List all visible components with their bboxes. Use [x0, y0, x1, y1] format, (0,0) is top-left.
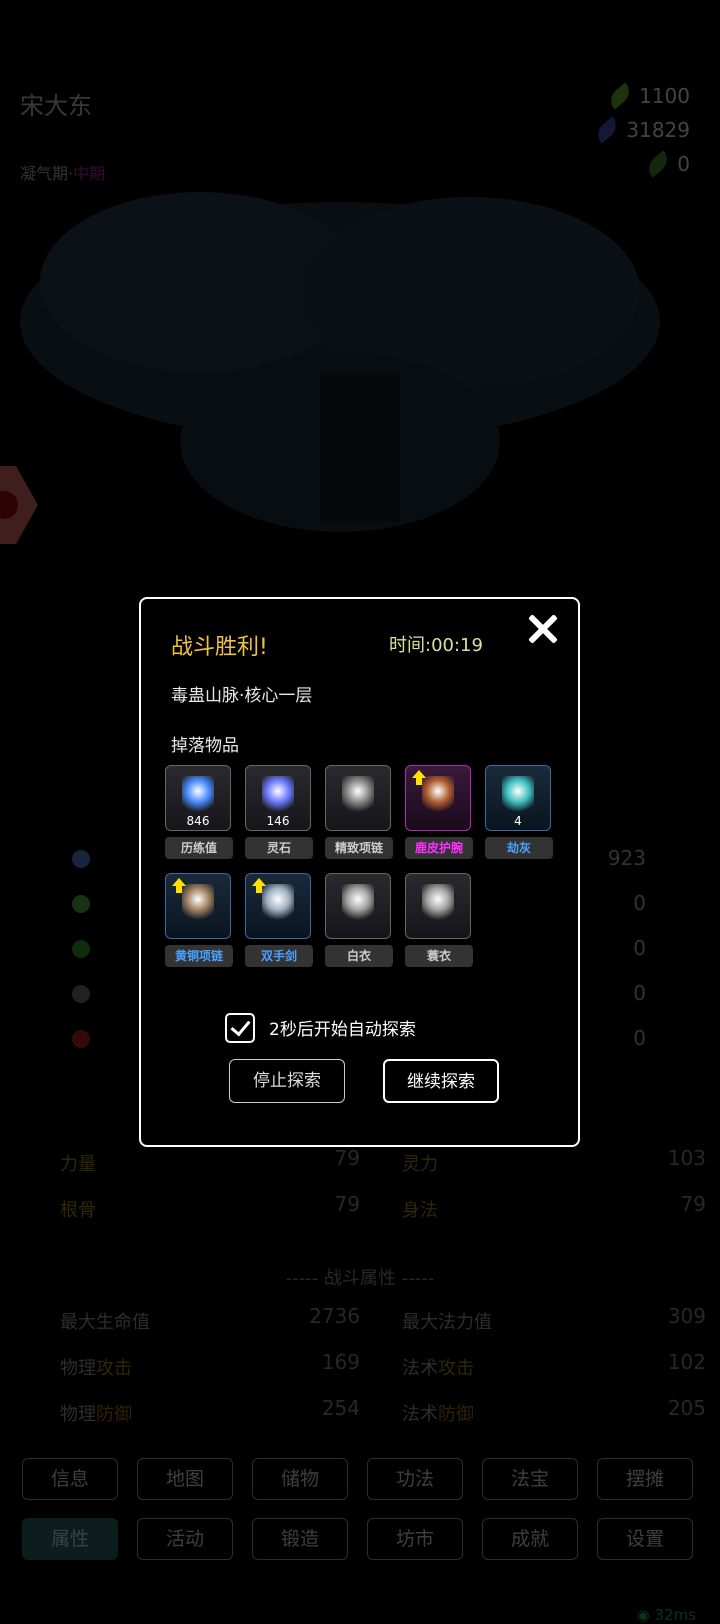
player-name: 宋大东 [20, 92, 92, 120]
currency-2: 0 [643, 150, 690, 178]
drop-item[interactable]: 4 劫灰 [485, 765, 553, 859]
tree-scene-image [20, 192, 660, 532]
nav-button-row2-1[interactable]: 活动 [137, 1518, 233, 1560]
resource-value: 923 [607, 846, 646, 870]
nav-button-row1-0[interactable]: 信息 [22, 1458, 118, 1500]
item-name: 鹿皮护腕 [405, 837, 473, 859]
item-name: 精致项链 [325, 837, 393, 859]
resource-value: 0 [633, 936, 646, 960]
battle-time: 时间:00:19 [389, 635, 483, 656]
drop-item[interactable]: 鹿皮护腕 [405, 765, 473, 859]
currency-value: 1100 [639, 84, 690, 108]
item-name: 白衣 [325, 945, 393, 967]
dark-green-leaf-icon [643, 150, 673, 178]
item-art-icon [342, 776, 374, 814]
drop-item-icon[interactable]: 846 [165, 765, 231, 831]
drop-item-icon[interactable] [405, 873, 471, 939]
item-art-icon [262, 776, 294, 814]
nav-button-row1-5[interactable]: 摆摊 [597, 1458, 693, 1500]
item-art-icon [422, 776, 454, 814]
nav-button-row2-3[interactable]: 坊市 [367, 1518, 463, 1560]
auto-explore-label: 2秒后开始自动探索 [269, 1020, 416, 1040]
drop-item-icon[interactable] [325, 873, 391, 939]
stat-row-max: 最大生命值 2736 最大法力值 309 [60, 1304, 706, 1333]
currency-0: 1100 [605, 82, 690, 110]
nav-button-row1-2[interactable]: 储物 [252, 1458, 348, 1500]
drop-item-icon[interactable]: 146 [245, 765, 311, 831]
item-name: 劫灰 [485, 837, 553, 859]
stat-row-defense: 物理防御 254 法术防御 205 [60, 1396, 706, 1425]
item-name: 双手剑 [245, 945, 313, 967]
nav-button-row1-4[interactable]: 法宝 [482, 1458, 578, 1500]
base-stat-row: 力量 79 灵力 103 [60, 1146, 706, 1175]
resource-value: 0 [633, 891, 646, 915]
drop-item[interactable]: 精致项链 [325, 765, 393, 859]
currency-1: 31829 [592, 116, 690, 144]
drop-item[interactable]: 846 历练值 [165, 765, 233, 859]
item-name: 黄铜项链 [165, 945, 233, 967]
drop-item-icon[interactable] [325, 765, 391, 831]
realm-label: 凝气期·中期 [20, 164, 106, 183]
item-art-icon [262, 884, 294, 922]
side-avatar-icon[interactable] [0, 466, 38, 544]
upgrade-arrow-icon [172, 878, 186, 893]
item-art-icon [422, 884, 454, 922]
drop-item[interactable]: 黄铜项链 [165, 873, 233, 967]
item-name: 灵石 [245, 837, 313, 859]
currency-value: 31829 [626, 118, 690, 142]
drop-item[interactable]: 双手剑 [245, 873, 313, 967]
nav-button-row2-5[interactable]: 设置 [597, 1518, 693, 1560]
item-name: 蓑衣 [405, 945, 473, 967]
item-art-icon [502, 776, 534, 814]
currency-value: 0 [677, 152, 690, 176]
item-quantity: 146 [266, 814, 290, 828]
drop-item[interactable]: 蓑衣 [405, 873, 473, 967]
spirit-stone-icon [72, 850, 90, 868]
ping-indicator: ◉ 32ms [636, 1606, 696, 1624]
resource-value: 0 [633, 1026, 646, 1050]
item-art-icon [342, 884, 374, 922]
drop-item[interactable]: 白衣 [325, 873, 393, 967]
item-name: 历练值 [165, 837, 233, 859]
drop-item[interactable]: 146 灵石 [245, 765, 313, 859]
close-icon[interactable] [525, 611, 561, 647]
wifi-icon: ◉ [636, 1606, 650, 1624]
blue-leaf-icon [592, 116, 622, 144]
green-leaf-icon [605, 82, 635, 110]
nav-button-row2-2[interactable]: 锻造 [252, 1518, 348, 1560]
item-quantity: 4 [514, 814, 522, 828]
drop-item-icon[interactable] [405, 765, 471, 831]
item-quantity: 846 [186, 814, 210, 828]
drop-item-icon[interactable] [165, 873, 231, 939]
upgrade-arrow-icon [252, 878, 266, 893]
nav-button-row1-1[interactable]: 地图 [137, 1458, 233, 1500]
base-stat-row: 根骨 79 身法 79 [60, 1192, 706, 1221]
stop-explore-button[interactable]: 停止探索 [229, 1059, 345, 1103]
nav-button-row1-3[interactable]: 功法 [367, 1458, 463, 1500]
battle-victory-dialog: 战斗胜利! 时间:00:19 毒蛊山脉·核心一层 掉落物品 846 历练值 146 灵… [139, 597, 580, 1147]
drops-label: 掉落物品 [171, 736, 239, 756]
drop-item-icon[interactable]: 4 [485, 765, 551, 831]
nav-button-row2-0[interactable]: 属性 [22, 1518, 118, 1560]
dialog-title: 战斗胜利! [171, 635, 268, 660]
leaf-icon [72, 895, 90, 913]
item-art-icon [182, 884, 214, 922]
stat-row-attack: 物理攻击 169 法术攻击 102 [60, 1350, 706, 1379]
item-art-icon [182, 776, 214, 814]
upgrade-arrow-icon [412, 770, 426, 785]
feather-icon [72, 985, 90, 1003]
auto-explore-checkbox[interactable] [225, 1013, 255, 1043]
continue-explore-button[interactable]: 继续探索 [383, 1059, 499, 1103]
drop-item-icon[interactable] [245, 873, 311, 939]
herb-icon [72, 940, 90, 958]
resource-value: 0 [633, 981, 646, 1005]
combat-section-title: ----- 战斗属性 ----- [285, 1268, 435, 1289]
location-label: 毒蛊山脉·核心一层 [171, 686, 313, 706]
flame-icon [72, 1030, 90, 1048]
nav-button-row2-4[interactable]: 成就 [482, 1518, 578, 1560]
